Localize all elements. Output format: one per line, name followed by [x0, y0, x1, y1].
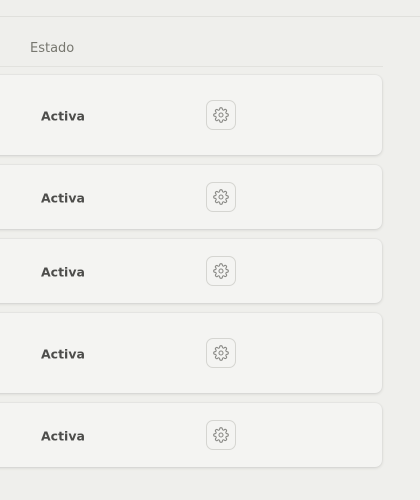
top-divider — [0, 16, 420, 17]
table-header: Estado — [0, 36, 383, 67]
status-label: Activa — [41, 264, 85, 280]
gear-icon — [213, 107, 229, 123]
status-label: Activa — [41, 190, 85, 206]
table-row: Activa — [0, 165, 382, 229]
row-settings-button[interactable] — [206, 420, 236, 450]
gear-icon — [213, 345, 229, 361]
gear-icon — [213, 263, 229, 279]
table-row: Activa — [0, 313, 382, 393]
gear-icon — [213, 427, 229, 443]
status-label: Activa — [41, 346, 85, 362]
status-label: Activa — [41, 108, 85, 124]
gear-icon — [213, 189, 229, 205]
row-settings-button[interactable] — [206, 182, 236, 212]
row-settings-button[interactable] — [206, 338, 236, 368]
table-row: Activa — [0, 239, 382, 303]
status-label: Activa — [41, 428, 85, 444]
row-settings-button[interactable] — [206, 256, 236, 286]
table-row: Activa — [0, 403, 382, 467]
column-header-estado: Estado — [30, 41, 75, 56]
table-row: Activa — [0, 75, 382, 155]
row-settings-button[interactable] — [206, 100, 236, 130]
